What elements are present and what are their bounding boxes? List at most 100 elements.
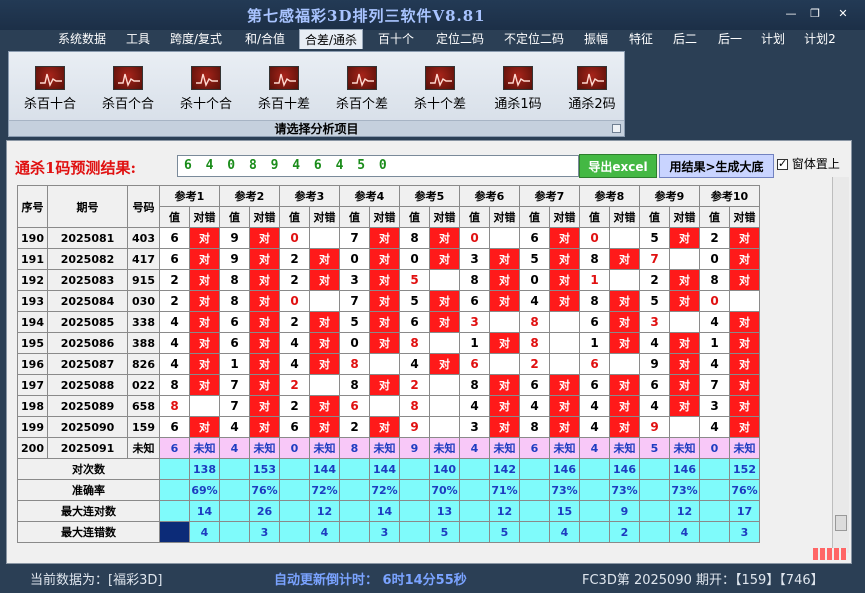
ref-value-cell: 8 [459, 269, 490, 291]
stats-value-cell: 69% [189, 479, 220, 501]
table-row[interactable]: 198 2025089 658 8 7 对 2 对 6 8 4 对 4 对 4 对 4 对 3 对 [17, 395, 760, 417]
table-row[interactable]: 195 2025086 388 4 对 6 对 4 对 0 对 8 1 对 8 1 对 4 对 1 对 [17, 332, 760, 354]
ref-result-cell: 对 [369, 416, 400, 438]
ref-value-cell: 2 [279, 269, 310, 291]
maximize-button[interactable]: ❐ [804, 6, 826, 22]
ref-value-cell: 8 [219, 290, 250, 312]
forecast-unknown-cell: 未知 [429, 437, 460, 459]
stats-value-cell: 146 [549, 458, 580, 480]
ref-value-cell: 7 [219, 374, 250, 396]
ref-result-cell [549, 311, 580, 333]
menu-item-13[interactable]: 计划 [755, 29, 791, 49]
stats-value-cell: 9 [609, 500, 640, 522]
export-excel-button[interactable]: 导出excel [579, 154, 657, 178]
ref-value-cell: 0 [699, 248, 730, 270]
ref-value-cell: 5 [639, 227, 670, 249]
ribbon-expand-icon[interactable] [612, 124, 621, 133]
ref-value-cell: 6 [639, 374, 670, 396]
menu-item-4[interactable]: 和/合值 [239, 29, 291, 49]
stats-blank-cell [279, 479, 310, 501]
menu-item-7[interactable]: 定位二码 [431, 29, 489, 49]
ref-value-cell: 3 [459, 311, 490, 333]
app-title: 第七感福彩3D排列三软件V8.81 [247, 7, 486, 25]
forecast-value-cell: 8 [339, 437, 370, 459]
table-row[interactable]: 190 2025081 403 6 对 9 对 0 7 对 8 对 0 6 对 0 5 对 2 对 [17, 227, 760, 249]
scrollbar-thumb[interactable] [835, 515, 847, 531]
generate-base-button[interactable]: 用结果>生成大底 [659, 154, 774, 178]
ribbon-button-5[interactable]: 杀百个差 [327, 66, 397, 118]
ref-result-cell: 对 [729, 395, 760, 417]
ref-value-cell: 8 [579, 290, 610, 312]
table-row[interactable]: 192 2025083 915 2 对 8 对 2 对 3 对 5 8 对 0 对 1 2 对 8 对 [17, 269, 760, 291]
prediction-result-field[interactable]: 6 4 0 8 9 4 6 4 5 0 [177, 155, 579, 177]
ribbon-button-4[interactable]: 杀百十差 [249, 66, 319, 118]
sub-header-result: 对错 [189, 206, 220, 228]
menu-item-6[interactable]: 百十个 [374, 29, 418, 49]
forecast-value-cell: 4 [579, 437, 610, 459]
ribbon-button-3[interactable]: 杀十个合 [171, 66, 241, 118]
menu-item-14[interactable]: 计划2 [800, 29, 840, 49]
table-row[interactable]: 197 2025088 022 8 对 7 对 2 8 对 2 8 对 6 对 6 对 6 对 7 对 [17, 374, 760, 396]
table-row[interactable]: 199 2025090 159 6 对 4 对 6 对 2 对 9 3 对 8 对 4 对 9 4 对 [17, 416, 760, 438]
sub-header-result: 对错 [249, 206, 280, 228]
row-number: 826 [127, 353, 160, 375]
ref-result-cell: 对 [189, 332, 220, 354]
menu-item-12[interactable]: 后一 [712, 29, 748, 49]
title-bar: 第七感福彩3D排列三软件V8.81 — ❐ ✕ [0, 0, 865, 30]
menu-item-11[interactable]: 后二 [667, 29, 703, 49]
column-header-period: 期号 [47, 185, 128, 228]
menu-item-1[interactable]: 系统数据 [52, 29, 112, 49]
ref-result-cell: 对 [489, 395, 520, 417]
menu-item-2[interactable]: 工具 [120, 29, 156, 49]
menu-item-10[interactable]: 特征 [623, 29, 659, 49]
ref-result-cell: 对 [609, 290, 640, 312]
ref-value-cell: 5 [339, 311, 370, 333]
ribbon-button-6[interactable]: 杀十个差 [405, 66, 475, 118]
analysis-table: 序号 期号 号码 参考1 参考2 参考3 参考4 参考5 参考6 参考7 参考8 参考9 参考10 值对错… [17, 185, 760, 543]
minimize-button[interactable]: — [780, 6, 802, 22]
table-row[interactable]: 194 2025085 338 4 对 6 对 2 对 5 对 6 对 3 8 6 对 3 4 对 [17, 311, 760, 333]
ref-value-cell: 4 [639, 332, 670, 354]
ref-value-cell: 6 [399, 311, 430, 333]
sub-header-value: 值 [519, 206, 550, 228]
menu-item-9[interactable]: 振幅 [578, 29, 614, 49]
forecast-row[interactable]: 200 2025091 未知 6 未知 4 未知 0 未知 8 未知 9 未知 4 未知 6 未知 4 未知 5 未知 0… [17, 437, 760, 459]
chart-line-icon [577, 66, 607, 90]
stats-blank-cell [399, 500, 430, 522]
menu-item-3[interactable]: 跨度/复式 [165, 29, 227, 49]
vertical-scrollbar[interactable] [832, 177, 849, 553]
ribbon-button-7[interactable]: 通杀1码 [483, 66, 553, 118]
ref-result-cell: 对 [549, 374, 580, 396]
ref-value-cell: 4 [219, 416, 250, 438]
ref-result-cell: 对 [609, 374, 640, 396]
sub-header-value: 值 [459, 206, 490, 228]
ribbon-button-8[interactable]: 通杀2码 [557, 66, 627, 118]
menu-item-5[interactable]: 合差/通杀 [299, 29, 363, 49]
table-row[interactable]: 191 2025082 417 6 对 9 对 2 对 0 对 0 对 3 对 5 对 8 对 7 0 对 [17, 248, 760, 270]
stats-value-cell: 3 [729, 521, 760, 543]
row-period: 2025089 [47, 395, 128, 417]
stats-blank-cell [339, 458, 370, 480]
ref-result-cell [489, 353, 520, 375]
table-row[interactable]: 196 2025087 826 4 对 1 对 4 对 8 4 对 6 2 6 9 对 4 对 [17, 353, 760, 375]
ref-result-cell: 对 [669, 269, 700, 291]
ref-value-cell: 0 [519, 269, 550, 291]
stats-value-cell: 3 [369, 521, 400, 543]
ribbon-button-label: 通杀1码 [494, 97, 542, 112]
ref-value-cell: 8 [219, 269, 250, 291]
table-row[interactable]: 193 2025084 030 2 对 8 对 0 7 对 5 对 6 对 4 对 8 对 5 对 0 [17, 290, 760, 312]
forecast-value-cell: 0 [279, 437, 310, 459]
forecast-unknown-cell: 未知 [549, 437, 580, 459]
row-number: 417 [127, 248, 160, 270]
close-button[interactable]: ✕ [832, 6, 854, 22]
checkbox-checked-icon[interactable] [777, 157, 788, 170]
stats-blank-cell [219, 479, 250, 501]
ref-value-cell: 4 [699, 416, 730, 438]
window-on-top-checkbox[interactable]: 窗体置上 [777, 155, 840, 172]
ribbon-button-2[interactable]: 杀百个合 [93, 66, 163, 118]
ref-result-cell: 对 [489, 269, 520, 291]
ribbon-button-1[interactable]: 杀百十合 [15, 66, 85, 118]
stats-value-cell: 140 [429, 458, 460, 480]
menu-item-8[interactable]: 不定位二码 [497, 29, 571, 49]
ref-value-cell: 4 [159, 311, 190, 333]
